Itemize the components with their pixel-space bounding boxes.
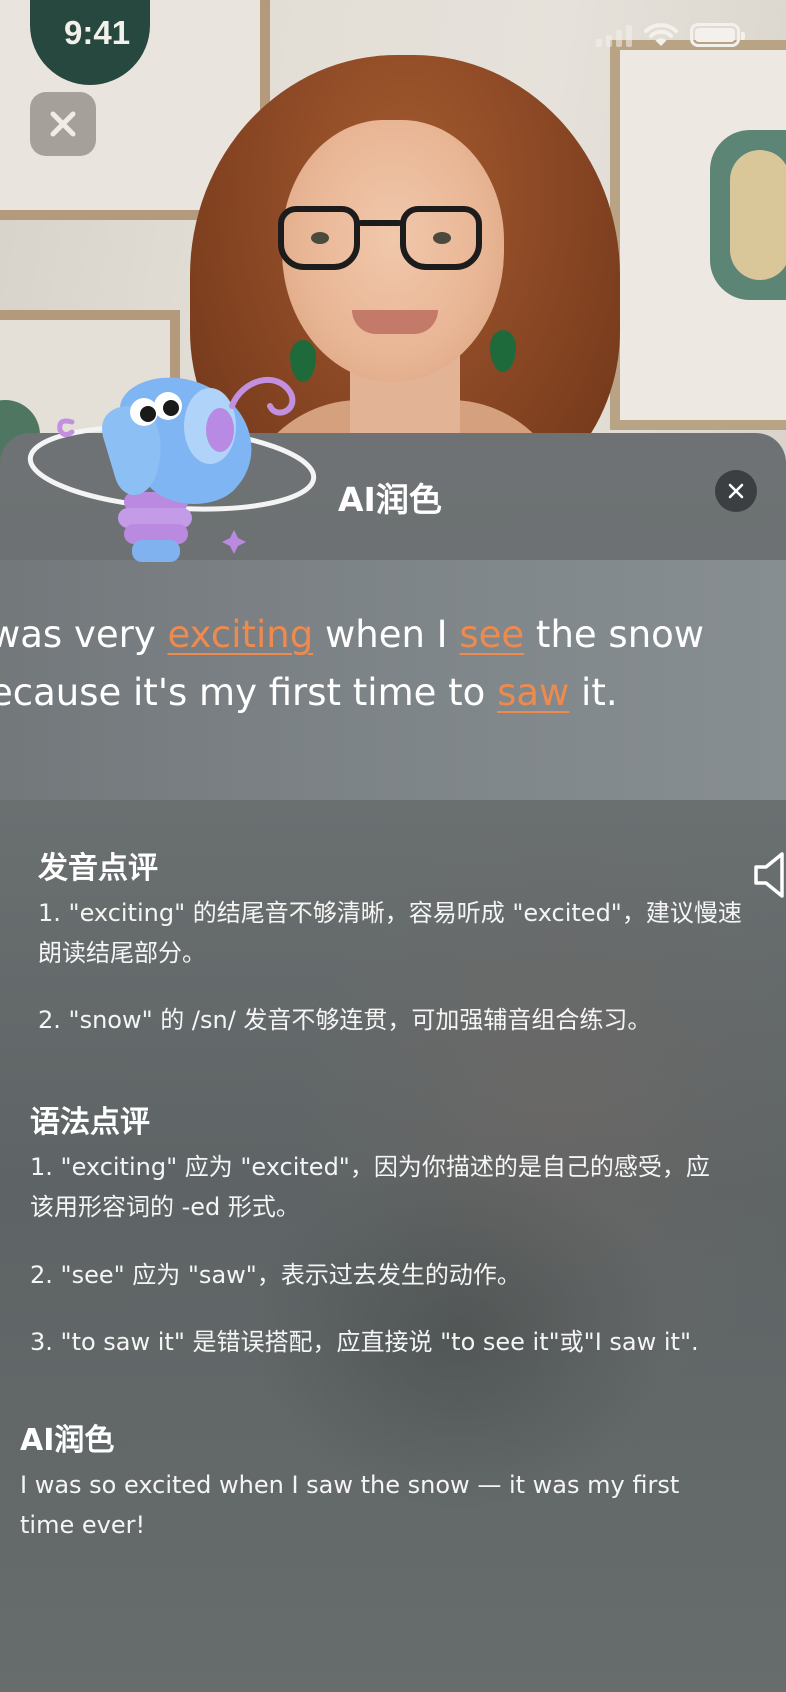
close-icon bbox=[50, 111, 76, 137]
error-word[interactable]: saw bbox=[497, 671, 569, 714]
snail-mascot bbox=[27, 376, 317, 562]
error-word[interactable]: see bbox=[459, 613, 524, 656]
polished-sentence: I was so excited when I saw the snow — i… bbox=[20, 1471, 680, 1539]
status-time: 9:41 bbox=[64, 14, 131, 51]
grammar-item: 2. "see" 应为 "saw"，表示过去发生的动作。 bbox=[30, 1261, 521, 1289]
pronunciation-item: 2. "snow" 的 /sn/ 发音不够连贯，可加强辅音组合练习。 bbox=[38, 1006, 652, 1034]
battery-icon bbox=[690, 23, 745, 47]
grammar-item: 3. "to saw it" 是错误搭配，应直接说 "to see it"或"I… bbox=[30, 1328, 699, 1356]
ai-polish-sheet: AI润色 was very exciting when I see the sn… bbox=[0, 433, 786, 1692]
speaker-icon[interactable] bbox=[752, 850, 786, 900]
sentence-line: was very exciting when I see the snow bbox=[0, 613, 705, 656]
original-sentence: was very exciting when I see the snow ec… bbox=[0, 606, 786, 722]
original-sentence-panel: was very exciting when I see the snow ec… bbox=[0, 560, 786, 898]
pronunciation-title: 发音点评 bbox=[35, 843, 158, 894]
close-icon bbox=[728, 483, 744, 499]
sheet-close-button[interactable] bbox=[715, 470, 757, 512]
grammar-title: 语法点评 bbox=[27, 1097, 150, 1148]
pronunciation-item: 1. "exciting" 的结尾音不够清晰，容易听成 "excited"，建议… bbox=[38, 899, 742, 967]
status-bar: 9:41 bbox=[0, 0, 786, 80]
grammar-item: 1. "exciting" 应为 "excited"，因为你描述的是自己的感受，… bbox=[30, 1153, 710, 1221]
error-word[interactable]: exciting bbox=[168, 613, 314, 656]
close-button[interactable] bbox=[30, 92, 96, 156]
sheet-title: AI润色 bbox=[338, 480, 442, 519]
cellular-signal-icon bbox=[596, 23, 632, 47]
wifi-icon bbox=[644, 23, 678, 46]
sentence-line: ecause it's my first time to saw it. bbox=[0, 671, 618, 714]
polish-title: AI润色 bbox=[17, 1415, 114, 1465]
screen: 9:41 AI润色 was very exciting when I see t… bbox=[0, 0, 786, 1692]
